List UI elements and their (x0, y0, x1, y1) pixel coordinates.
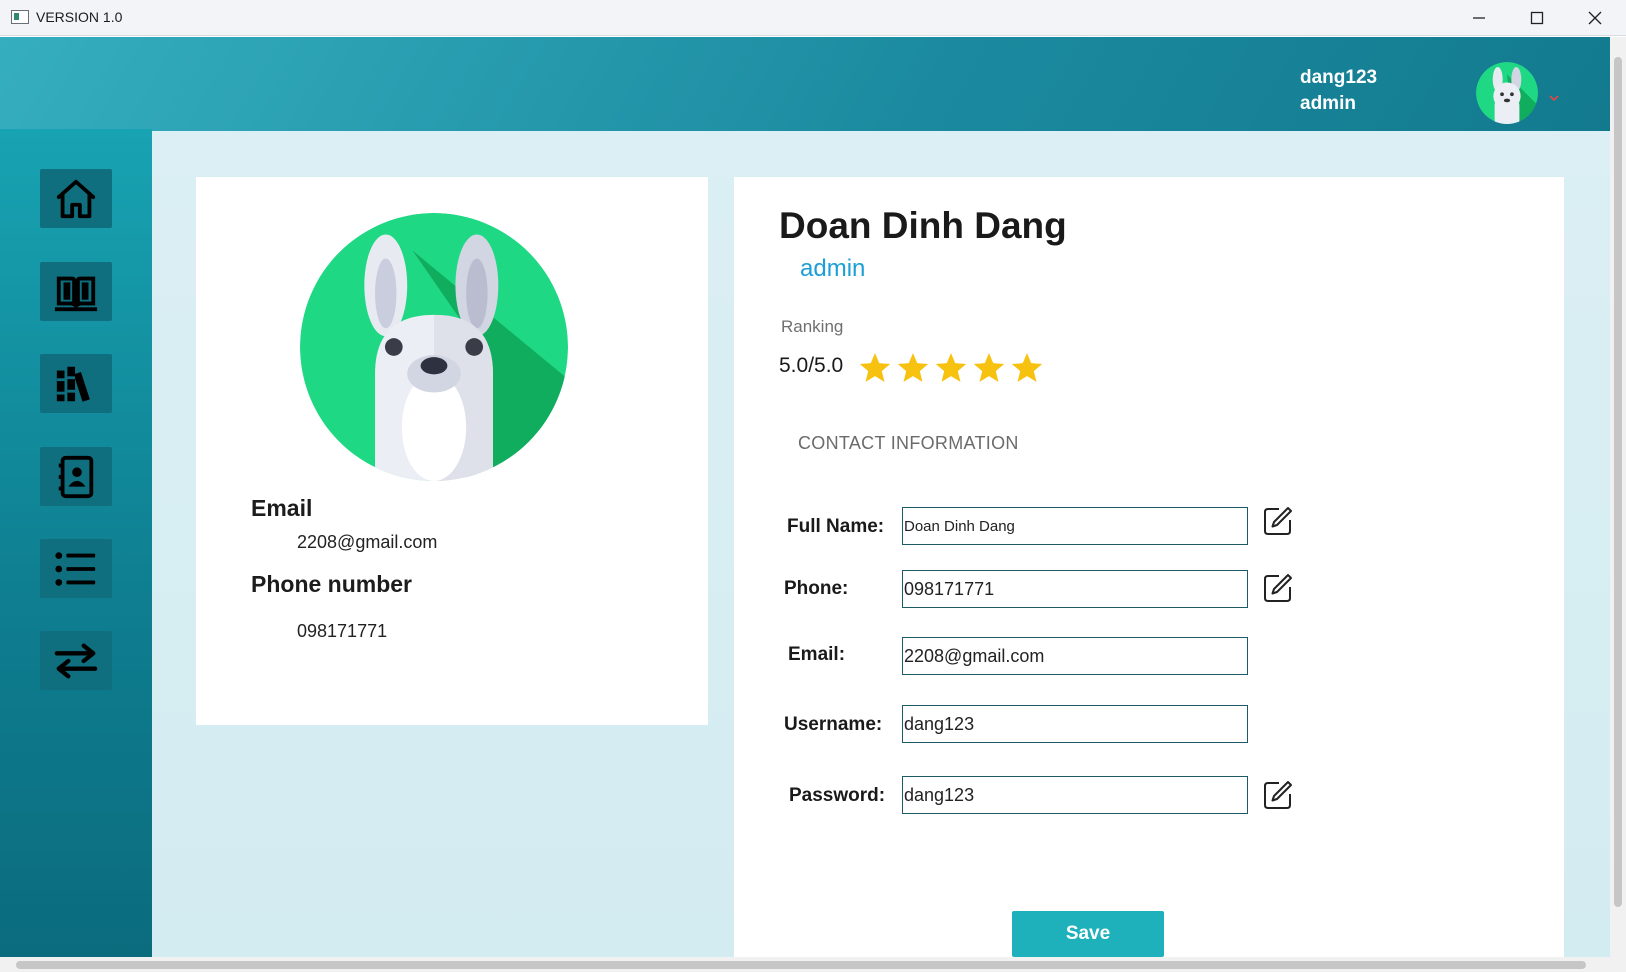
star-icon (973, 353, 1005, 382)
password-field[interactable]: dang123 (902, 776, 1248, 814)
star-icon (859, 353, 891, 382)
book-icon (54, 276, 98, 311)
window-titlebar: VERSION 1.0 (0, 0, 1626, 36)
sidebar-item-list[interactable] (40, 539, 112, 598)
details-card: Doan Dinh Dang admin Ranking 5.0/5.0 CON… (734, 177, 1564, 967)
star-icon (935, 353, 967, 382)
password-label: Password: (789, 785, 886, 806)
close-icon (1588, 11, 1602, 25)
edit-phone-button[interactable] (1262, 572, 1294, 604)
star-icon (1011, 353, 1043, 382)
minimize-button[interactable] (1450, 0, 1508, 36)
sidebar-item-home[interactable] (40, 169, 112, 228)
phone-heading: Phone number (251, 571, 413, 597)
rabbit-avatar-icon (300, 213, 568, 481)
user-menu-toggle[interactable] (1547, 88, 1561, 102)
full-name-label: Full Name: (787, 516, 885, 537)
horizontal-scrollbar[interactable] (0, 957, 1626, 972)
sidebar-item-transfer[interactable] (40, 631, 112, 690)
role-label: admin (800, 255, 866, 282)
rabbit-avatar-icon (1476, 62, 1538, 124)
header-avatar[interactable] (1476, 62, 1538, 124)
app-icon (11, 10, 29, 24)
profile-card: Email 2208@gmail.com Phone number 098171… (196, 177, 708, 725)
edit-password-button[interactable] (1262, 779, 1294, 811)
list-icon (55, 551, 96, 586)
library-icon (56, 366, 90, 402)
header-user-info: dang123 admin (1300, 65, 1377, 117)
username-label: Username: (784, 714, 883, 735)
window-title: VERSION 1.0 (36, 9, 123, 25)
maximize-button[interactable] (1508, 0, 1566, 36)
save-button[interactable]: Save (1012, 911, 1164, 957)
sidebar (0, 129, 152, 957)
email-value: 2208@gmail.com (297, 532, 438, 552)
phone-field[interactable]: 098171771 (902, 570, 1248, 608)
profile-avatar (300, 213, 568, 481)
edit-full-name-button[interactable] (1262, 505, 1294, 537)
full-name-field[interactable]: Doan Dinh Dang (902, 507, 1248, 545)
app-frame: dang123 admin Email 2208@gmail.com Phone… (0, 37, 1610, 967)
vertical-scroll-thumb[interactable] (1614, 57, 1622, 907)
contact-section-title: CONTACT INFORMATION (798, 433, 1019, 453)
home-icon (56, 179, 96, 218)
contact-book-icon (58, 455, 94, 498)
edit-icon (1264, 507, 1292, 535)
ranking-score: 5.0/5.0 (779, 354, 844, 377)
swap-arrows-icon (54, 643, 98, 678)
ranking-label: Ranking (781, 317, 844, 336)
vertical-scrollbar[interactable] (1610, 37, 1626, 957)
rating-stars (858, 351, 1044, 385)
main-content: Email 2208@gmail.com Phone number 098171… (152, 131, 1610, 967)
maximize-icon (1530, 11, 1544, 25)
username-field[interactable]: dang123 (902, 705, 1248, 743)
display-name: Doan Dinh Dang (779, 205, 1067, 246)
horizontal-scroll-thumb[interactable] (16, 961, 1586, 969)
phone-label: Phone: (784, 578, 849, 599)
close-button[interactable] (1566, 0, 1624, 36)
chevron-down-icon (1549, 95, 1559, 102)
sidebar-item-library[interactable] (40, 354, 112, 413)
header-role: admin (1300, 93, 1356, 114)
minimize-icon (1473, 17, 1485, 19)
edit-icon (1264, 574, 1292, 602)
sidebar-item-contacts[interactable] (40, 447, 112, 506)
sidebar-item-books[interactable] (40, 262, 112, 321)
star-icon (897, 353, 929, 382)
edit-icon (1264, 781, 1292, 809)
email-field[interactable]: 2208@gmail.com (902, 637, 1248, 675)
email-heading: Email (251, 495, 313, 521)
phone-value: 098171771 (297, 621, 388, 641)
header-username: dang123 (1300, 67, 1378, 88)
email-label: Email: (788, 644, 846, 665)
